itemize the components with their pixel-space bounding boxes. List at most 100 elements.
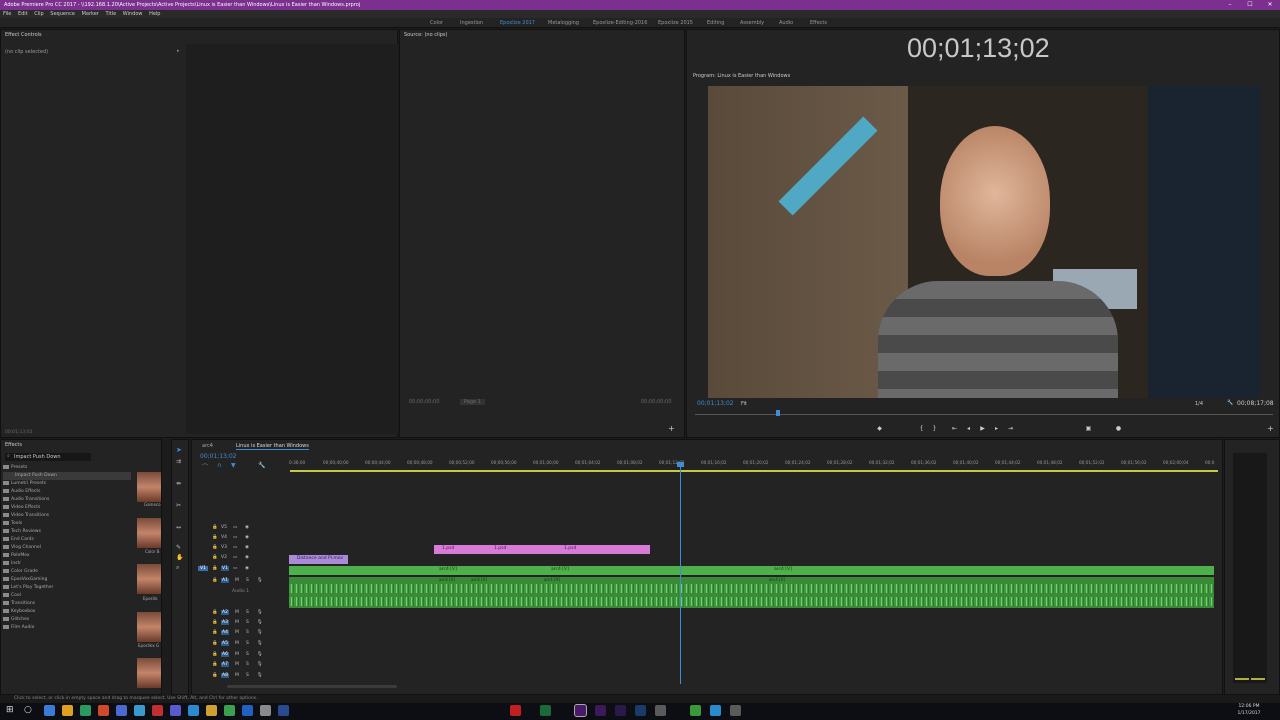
search-taskbar-icon[interactable]: ○ — [24, 705, 32, 715]
preset-thumbnail[interactable] — [137, 658, 161, 688]
effects-search-input[interactable]: Impact Push Down — [5, 453, 91, 461]
source-page-select[interactable]: Page 1 — [460, 399, 485, 405]
taskbar-date[interactable]: 1/17/2017 — [1234, 711, 1264, 716]
photoshop-icon[interactable] — [635, 705, 646, 716]
track-header-v4[interactable]: 🔒 V4 ▭ ◉ — [192, 535, 288, 544]
mark-in-icon[interactable]: { — [918, 425, 925, 432]
menu-sequence[interactable]: Sequence — [50, 11, 75, 17]
app-icon[interactable] — [80, 705, 91, 716]
preset-thumbnail[interactable] — [137, 612, 161, 642]
menu-help[interactable]: Help — [149, 11, 160, 17]
solo-icon[interactable]: S — [246, 578, 249, 583]
app-icon[interactable] — [188, 705, 199, 716]
tree-item[interactable]: Film Audio — [3, 624, 34, 632]
app-icon[interactable] — [170, 705, 181, 716]
camera-icon[interactable]: ● — [1115, 425, 1122, 432]
app-icon[interactable] — [242, 705, 253, 716]
ws-tab-ingestion[interactable]: Ingestion — [460, 18, 483, 28]
program-resolution-select[interactable]: 1/4 — [1195, 401, 1203, 407]
track-label[interactable]: A4 — [221, 630, 229, 635]
play-icon[interactable]: ▶ — [979, 425, 986, 432]
tree-item[interactable]: Audio Transitions — [3, 496, 49, 504]
program-video-frame[interactable] — [708, 86, 1260, 398]
eye-icon[interactable]: ◉ — [245, 535, 249, 540]
source-tab[interactable]: Source: (no clips) — [404, 32, 447, 38]
ws-tab-epoxlize-2017[interactable]: Epoxlize 2017 — [500, 18, 535, 28]
preset-thumbnail[interactable] — [137, 564, 161, 594]
mic-icon[interactable]: 🎙 — [257, 641, 263, 646]
lock-icon[interactable]: 🔒 — [212, 566, 218, 571]
mute-icon[interactable]: M — [235, 673, 239, 678]
track-label[interactable]: A3 — [221, 620, 229, 625]
solo-icon[interactable]: S — [246, 662, 249, 667]
after-effects-icon[interactable] — [595, 705, 606, 716]
minimize-button[interactable]: – — [1220, 0, 1240, 10]
lock-icon[interactable]: 🔒 — [212, 555, 218, 560]
add-marker-icon[interactable]: ◆ — [876, 425, 883, 432]
tree-item[interactable]: Lumetri Presets — [3, 480, 46, 488]
menu-edit[interactable]: Edit — [18, 11, 28, 17]
track-label[interactable]: A5 — [221, 641, 229, 646]
tree-item[interactable]: Vlog Channel — [3, 544, 41, 552]
v3-clip-group[interactable]: 1.psd 1.psd 1.psd — [434, 545, 650, 554]
solo-icon[interactable]: S — [246, 610, 249, 615]
app-icon[interactable] — [206, 705, 217, 716]
go-to-in-icon[interactable]: ⇤ — [951, 425, 958, 432]
tree-item[interactable]: Cool — [3, 592, 21, 600]
app-icon[interactable] — [98, 705, 109, 716]
effects-tab[interactable]: Effects — [5, 442, 22, 448]
mic-icon[interactable]: 🎙 — [257, 630, 263, 635]
track-header-a8[interactable]: 🔒 A8 M S 🎙 — [192, 673, 288, 682]
track-header-a3[interactable]: 🔒 A3 M S 🎙 — [192, 620, 288, 629]
menu-clip[interactable]: Clip — [34, 11, 43, 17]
pen-tool-icon[interactable]: ✎ — [176, 544, 181, 551]
tree-item[interactable]: Glitches — [3, 616, 29, 624]
program-tab[interactable]: Program: Linux is Easier than Windows — [693, 73, 790, 79]
eye-icon[interactable]: ◉ — [245, 555, 249, 560]
preset-thumbnail[interactable] — [137, 518, 161, 548]
premiere-pro-taskbar-icon[interactable] — [574, 704, 587, 717]
app-icon[interactable] — [116, 705, 127, 716]
mute-icon[interactable]: M — [235, 620, 239, 625]
track-label[interactable]: A6 — [221, 652, 229, 657]
maximize-button[interactable]: ☐ — [1240, 0, 1260, 10]
track-header-v2[interactable]: 🔒 V2 ▭ ◉ — [192, 555, 288, 564]
lock-icon[interactable]: 🔒 — [212, 535, 218, 540]
work-area-bar[interactable] — [290, 470, 1218, 472]
film-icon[interactable]: ▭ — [233, 566, 237, 571]
track-select-icon[interactable]: ⇉ — [176, 458, 181, 465]
mic-icon[interactable]: 🎙 — [257, 673, 263, 678]
lock-icon[interactable]: 🔒 — [212, 525, 218, 530]
app-icon[interactable] — [134, 705, 145, 716]
keyframe-area[interactable] — [186, 44, 398, 434]
menu-title[interactable]: Title — [105, 11, 116, 17]
menu-window[interactable]: Window — [123, 11, 143, 17]
ws-tab-audio[interactable]: Audio — [779, 18, 793, 28]
close-button[interactable]: ✕ — [1260, 0, 1280, 10]
lock-icon[interactable]: 🔒 — [212, 652, 218, 657]
lock-icon[interactable]: 🔒 — [212, 578, 218, 583]
tree-item[interactable]: Presets — [3, 464, 27, 472]
browser-icon[interactable] — [44, 705, 55, 716]
app-icon[interactable] — [730, 705, 741, 716]
lock-icon[interactable]: 🔒 — [212, 662, 218, 667]
track-header-v5[interactable]: 🔒 V5 ▭ ◉ — [192, 525, 288, 534]
mute-icon[interactable]: M — [235, 641, 239, 646]
timeline-timecode[interactable]: 00;01;13;02 — [200, 453, 237, 460]
app-icon[interactable] — [260, 705, 271, 716]
mute-icon[interactable]: M — [235, 630, 239, 635]
track-header-a1[interactable]: 🔒 A1 M S 🎙 Audio 1 — [192, 578, 288, 600]
step-forward-icon[interactable]: ▸ — [993, 425, 1000, 432]
eye-icon[interactable]: ◉ — [245, 566, 249, 571]
add-button-icon[interactable]: + — [668, 424, 675, 433]
eye-icon[interactable]: ◉ — [245, 545, 249, 550]
ws-tab-editing-2016[interactable]: Epoxlize-Editing-2016 — [593, 18, 647, 28]
mark-out-icon[interactable]: } — [931, 425, 938, 432]
tree-item[interactable]: Tech Reviews — [3, 528, 41, 536]
windows-start-icon[interactable]: ⊞ — [6, 705, 14, 715]
film-icon[interactable]: ▭ — [233, 555, 237, 560]
track-header-a6[interactable]: 🔒 A6 M S 🎙 — [192, 652, 288, 661]
film-icon[interactable]: ▭ — [233, 545, 237, 550]
app-icon[interactable] — [224, 705, 235, 716]
solo-icon[interactable]: S — [246, 641, 249, 646]
